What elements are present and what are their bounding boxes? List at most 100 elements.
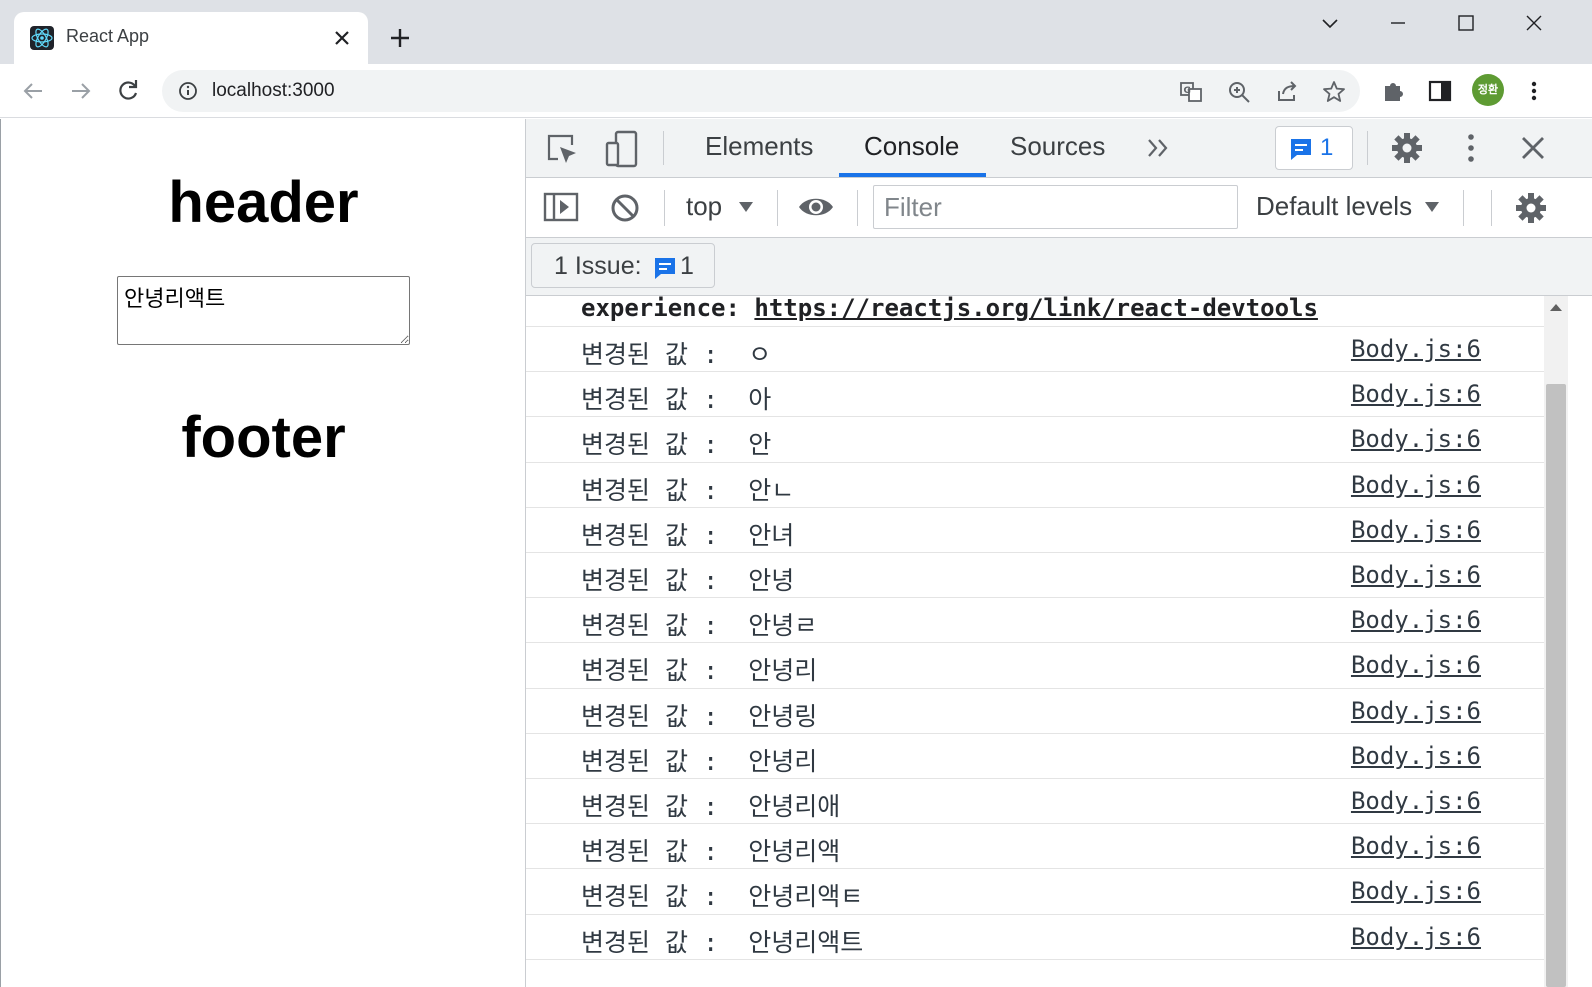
live-expression-eye-icon[interactable] (796, 190, 836, 228)
tab-sources[interactable]: Sources (1010, 131, 1105, 162)
log-source-link[interactable]: Body.js:6 (1351, 787, 1481, 815)
close-devtools-icon[interactable] (1516, 131, 1550, 169)
separator (1463, 190, 1464, 226)
console-scrollbar[interactable] (1544, 296, 1568, 987)
profile-avatar[interactable]: 정환 (1472, 74, 1504, 106)
issue-bar-count: 1 (680, 252, 694, 280)
log-source-link[interactable]: Body.js:6 (1351, 651, 1481, 679)
browser-menu-icon[interactable] (1520, 77, 1548, 105)
side-panel-icon[interactable] (1426, 77, 1454, 105)
show-sidebar-icon[interactable] (543, 191, 579, 227)
issues-bar: 1 Issue: 1 (526, 238, 1592, 296)
translate-icon[interactable]: G (1178, 79, 1204, 105)
more-options-icon[interactable] (1456, 131, 1486, 169)
log-message: 변경된 값 : 안 (581, 430, 772, 460)
scroll-up-arrow-icon[interactable] (1550, 304, 1562, 311)
notice-label: experience: (581, 296, 740, 322)
log-source-link[interactable]: Body.js:6 (1351, 516, 1481, 544)
log-message: 변경된 값 : 안녕리액 (581, 837, 841, 867)
browser-tab[interactable]: React App (14, 12, 368, 64)
close-window-icon[interactable] (1514, 8, 1554, 40)
log-levels-label: Default levels (1256, 191, 1413, 221)
issue-message-icon (1288, 136, 1314, 166)
text-input-area[interactable]: 안녕리액트 (117, 276, 410, 345)
console-filter-input[interactable]: Filter (873, 185, 1238, 229)
forward-icon[interactable] (64, 74, 98, 108)
log-source-link[interactable]: Body.js:6 (1351, 923, 1481, 951)
extensions-puzzle-icon[interactable] (1379, 77, 1407, 105)
scrollbar-thumb[interactable] (1546, 384, 1566, 987)
browser-tab-strip: React App (0, 0, 1592, 64)
share-icon[interactable] (1274, 79, 1300, 105)
console-log-row: 변경된 값 : 안녕리액트 Body.js:6 (526, 913, 1544, 959)
log-source-link[interactable]: Body.js:6 (1351, 335, 1481, 363)
log-message: 변경된 값 : 안녕리애 (581, 792, 841, 821)
log-message: 변경된 값 : 안녕리액트 (581, 927, 864, 957)
reload-icon[interactable] (111, 74, 145, 108)
tab-search-icon[interactable] (1310, 8, 1350, 40)
log-message: 변경된 값 : 안녕리 (581, 746, 818, 776)
address-bar[interactable]: localhost:3000 G (162, 70, 1360, 112)
issues-counter-button[interactable]: 1 (1275, 126, 1353, 170)
close-tab-icon[interactable] (328, 24, 356, 52)
bookmark-star-icon[interactable] (1321, 79, 1347, 105)
device-toolbar-icon[interactable] (604, 129, 640, 173)
console-settings-gear-icon[interactable] (1514, 191, 1548, 229)
minimize-icon[interactable] (1378, 8, 1418, 40)
log-source-link[interactable]: Body.js:6 (1351, 697, 1481, 725)
react-logo-icon (30, 26, 54, 50)
page-footer: footer (181, 405, 346, 470)
console-log-row: 변경된 값 : 안녕 Body.js:6 (526, 552, 1544, 597)
inspect-element-icon[interactable] (544, 131, 580, 171)
log-source-link[interactable]: Body.js:6 (1351, 471, 1481, 499)
page-viewport: header 안녕리액트 footer (0, 119, 525, 987)
log-source-link[interactable]: Body.js:6 (1351, 561, 1481, 589)
more-tabs-chevron-icon[interactable] (1144, 135, 1172, 165)
log-source-link[interactable]: Body.js:6 (1351, 380, 1481, 408)
console-log-row: 변경된 값 : 아 Body.js:6 (526, 371, 1544, 416)
tab-title: React App (66, 26, 150, 46)
log-source-link[interactable]: Body.js:6 (1351, 606, 1481, 634)
log-message: 변경된 값 : 안녕ㄹ (581, 611, 818, 641)
log-source-link[interactable]: Body.js:6 (1351, 877, 1481, 905)
browser-toolbar: localhost:3000 G 정환 (0, 64, 1592, 118)
log-source-link[interactable]: Body.js:6 (1351, 832, 1481, 860)
log-message: 변경된 값 : 안녕 (581, 566, 795, 595)
back-icon[interactable] (16, 74, 50, 108)
separator (1367, 131, 1368, 165)
log-source-link[interactable]: Body.js:6 (1351, 425, 1481, 453)
separator (664, 190, 665, 226)
active-tab-indicator (839, 173, 986, 177)
console-prompt-row[interactable] (526, 958, 1544, 987)
console-log-row: 변경된 값 : 안녕링 Body.js:6 (526, 687, 1544, 733)
page-header: header (168, 170, 359, 235)
issue-bar-label: 1 Issue: (554, 252, 642, 280)
console-log-row: 변경된 값 : ㅇ Body.js:6 (526, 326, 1544, 371)
log-line-devtools-notice: experience: https://reactjs.org/link/rea… (581, 296, 1318, 322)
open-issues-button[interactable]: 1 Issue: 1 (531, 243, 715, 288)
dropdown-arrow-icon (1423, 199, 1441, 218)
log-source-link[interactable]: Body.js:6 (1351, 742, 1481, 770)
dropdown-arrow-icon (737, 199, 755, 218)
log-message: 변경된 값 : 안녕링 (581, 701, 818, 731)
log-message: 변경된 값 : 안녀 (581, 520, 795, 550)
tab-elements[interactable]: Elements (705, 131, 813, 162)
log-message: 변경된 값 : 안ㄴ (581, 475, 795, 505)
separator (663, 131, 664, 165)
site-info-icon[interactable] (178, 81, 198, 101)
devtools-panel: Elements Console Sources 1 top Filter De… (525, 119, 1592, 987)
log-message: 변경된 값 : 안녕리액ㅌ (581, 882, 864, 912)
console-log-row: 변경된 값 : 안녕리애 Body.js:6 (526, 778, 1544, 823)
maximize-icon[interactable] (1446, 8, 1486, 40)
devtools-tab-bar: Elements Console Sources 1 (526, 119, 1592, 178)
new-tab-icon[interactable] (384, 22, 416, 54)
issue-message-icon (652, 255, 678, 285)
console-log-row: 변경된 값 : 안녀 Body.js:6 (526, 506, 1544, 552)
zoom-icon[interactable] (1226, 79, 1252, 105)
tab-console[interactable]: Console (864, 131, 959, 162)
context-label: top (686, 191, 723, 221)
react-devtools-link[interactable]: https://reactjs.org/link/react-devtools (754, 296, 1318, 322)
clear-console-icon[interactable] (608, 191, 642, 229)
settings-gear-icon[interactable] (1390, 131, 1424, 169)
separator (777, 190, 778, 226)
